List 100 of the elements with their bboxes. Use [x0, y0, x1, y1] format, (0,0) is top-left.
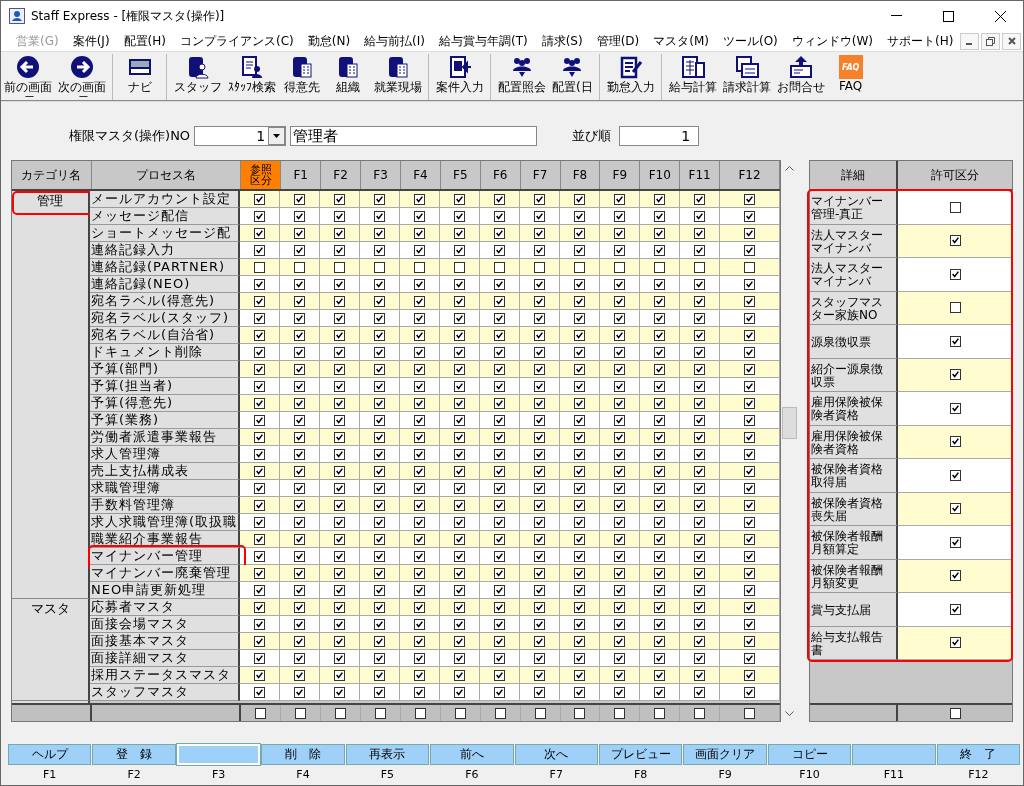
- menu-item[interactable]: サポート(H): [880, 32, 961, 50]
- number-dropdown[interactable]: 1: [194, 126, 287, 146]
- toolbar-button[interactable]: 案件入力: [433, 54, 491, 100]
- process-cell: NEO申請更新処理: [90, 582, 240, 599]
- detail-cell: 賞与支払届: [810, 593, 898, 627]
- menu-item[interactable]: ツール(O): [716, 32, 785, 50]
- detail-cell: 被保険者資格喪失届: [810, 492, 898, 526]
- app-icon: [9, 8, 25, 24]
- key-label: F1: [43, 768, 57, 781]
- process-cell: 面接詳細マスタ: [90, 650, 240, 667]
- detail-cell: 給与支払報告書: [810, 626, 898, 660]
- function-key-button[interactable]: 登 録: [92, 744, 176, 765]
- menu-item[interactable]: マスタ(M): [646, 32, 716, 50]
- scroll-down-icon[interactable]: [785, 711, 794, 716]
- detail-cell: スタッフマスター家族NO: [810, 291, 898, 325]
- detail-cell: 法人マスターマイナンバ: [810, 224, 898, 258]
- name-field[interactable]: 管理者: [290, 126, 538, 146]
- toolbar-button[interactable]: 次の画面: [55, 54, 113, 100]
- process-cell: 求人求職管理簿(取扱職: [90, 514, 240, 531]
- order-field[interactable]: 1: [619, 126, 700, 146]
- process-cell: スタッフマスタ: [90, 684, 240, 701]
- scroll-up-icon[interactable]: [785, 166, 794, 171]
- function-key-button[interactable]: コピー: [767, 744, 852, 765]
- process-cell: メッセージ配信: [90, 208, 240, 225]
- toolbar-button[interactable]: ナビ: [117, 54, 167, 100]
- window-title: Staff Express - [権限マスタ(操作)]: [31, 7, 226, 25]
- function-key-button[interactable]: 再表示: [345, 744, 430, 765]
- function-key-button[interactable]: 前へ: [430, 744, 514, 765]
- restore-icon[interactable]: [981, 32, 1001, 50]
- toolbar-button[interactable]: お問合せ: [773, 54, 828, 100]
- process-cell: 採用ステータスマスタ: [90, 667, 240, 684]
- people-icon: [510, 55, 534, 79]
- key-label: F4: [296, 768, 310, 781]
- menu-item[interactable]: 管理(D): [589, 32, 647, 50]
- process-cell: 面接会場マスタ: [90, 616, 240, 633]
- upload-icon: [788, 55, 813, 79]
- toolbar-button[interactable]: スタッフ: [171, 54, 225, 100]
- toolbar-button[interactable]: 給与計算: [665, 54, 720, 100]
- process-cell: 宛名ラベル(スタッフ): [90, 310, 240, 327]
- menu-item[interactable]: 勤怠(N): [300, 32, 358, 50]
- category-cell-text: マスタ: [30, 600, 70, 618]
- maximize-icon[interactable]: [942, 10, 954, 22]
- key-label: F11: [883, 768, 905, 781]
- process-cell: 売上支払構成表: [90, 463, 240, 480]
- toolbar-button[interactable]: 組織: [325, 54, 371, 100]
- toolbar-button[interactable]: 前の画面: [1, 54, 55, 100]
- menu-item[interactable]: 給与前払(I): [357, 32, 432, 50]
- field-label: 並び順: [572, 127, 612, 145]
- building-icon: [336, 55, 360, 79]
- process-cell: 連絡記録入力: [90, 242, 240, 259]
- document-icon: [240, 55, 264, 79]
- toolbar-button[interactable]: 請求計算: [719, 54, 774, 100]
- function-key-button[interactable]: プレビュー: [598, 744, 683, 765]
- detail-cell: 被保険者報酬月額算定: [810, 526, 898, 560]
- process-cell: 連絡記録(NEO): [90, 276, 240, 293]
- menu-item[interactable]: 配置(H): [116, 32, 173, 50]
- detail-cell: マイナンバー管理-真正: [810, 191, 898, 225]
- minimize-icon[interactable]: [960, 32, 980, 50]
- field-label: 権限マスタ(操作)NO: [69, 127, 191, 145]
- toolbar-button[interactable]: FAQ FAQ: [827, 54, 874, 100]
- process-cell: 宛名ラベル(自治省): [90, 327, 240, 344]
- toolbar-button[interactable]: 勤怠入力: [603, 54, 662, 100]
- key-label: F12: [968, 768, 989, 781]
- function-key-button[interactable]: 終 了: [936, 744, 1021, 765]
- toolbar-button[interactable]: ｽﾀｯﾌ検索: [225, 54, 279, 100]
- dropdown-icon[interactable]: [268, 127, 286, 145]
- toolbar-button[interactable]: 得意先: [279, 54, 325, 100]
- menu-item[interactable]: 請求(S): [534, 32, 590, 50]
- process-cell: メールアカウント設定: [90, 191, 240, 208]
- detail-cell: 源泉徴収票: [810, 325, 898, 359]
- menu-item[interactable]: コンプライアンス(C): [172, 32, 301, 50]
- process-cell: ショートメッセージ配: [90, 225, 240, 242]
- process-cell: 予算(得意先): [90, 395, 240, 412]
- menu-item[interactable]: 案件(J): [65, 32, 117, 50]
- key-label: F2: [127, 768, 141, 781]
- function-key-button[interactable]: 次へ: [514, 744, 598, 765]
- process-cell: 応募者マスタ: [90, 599, 240, 616]
- detail-cell: 被保険者資格取得届: [810, 459, 898, 493]
- close-icon[interactable]: [994, 10, 1006, 22]
- function-key-button[interactable]: 画面クリア: [683, 744, 767, 765]
- minimize-icon[interactable]: [890, 15, 902, 17]
- key-label: F7: [549, 768, 563, 781]
- key-label: F5: [380, 768, 395, 781]
- process-cell: 予算(業務): [90, 412, 240, 429]
- function-key-button[interactable]: ヘルプ: [8, 744, 92, 765]
- detail-cell: 法人マスターマイナンバ: [810, 258, 898, 292]
- key-label: F9: [718, 768, 732, 781]
- scrollbar-thumb[interactable]: [782, 407, 797, 439]
- menu-item[interactable]: 給与賞与年調(T): [431, 32, 535, 50]
- detail-cell: 紹介ー源泉徴収票: [810, 358, 898, 392]
- toolbar-button[interactable]: 配置照会: [495, 54, 549, 100]
- person-icon: [186, 55, 210, 79]
- menu-item[interactable]: ウィンドウ(W): [784, 32, 881, 50]
- category-cell-text: 管理: [37, 192, 63, 210]
- function-key-button[interactable]: 削 除: [261, 744, 345, 765]
- process-cell: 予算(部門): [90, 361, 240, 378]
- toolbar-button[interactable]: 就業現場: [371, 54, 429, 100]
- process-cell: 求人管理簿: [90, 446, 240, 463]
- toolbar-button[interactable]: 配置(日: [549, 54, 600, 100]
- process-cell: 予算(担当者): [90, 378, 240, 395]
